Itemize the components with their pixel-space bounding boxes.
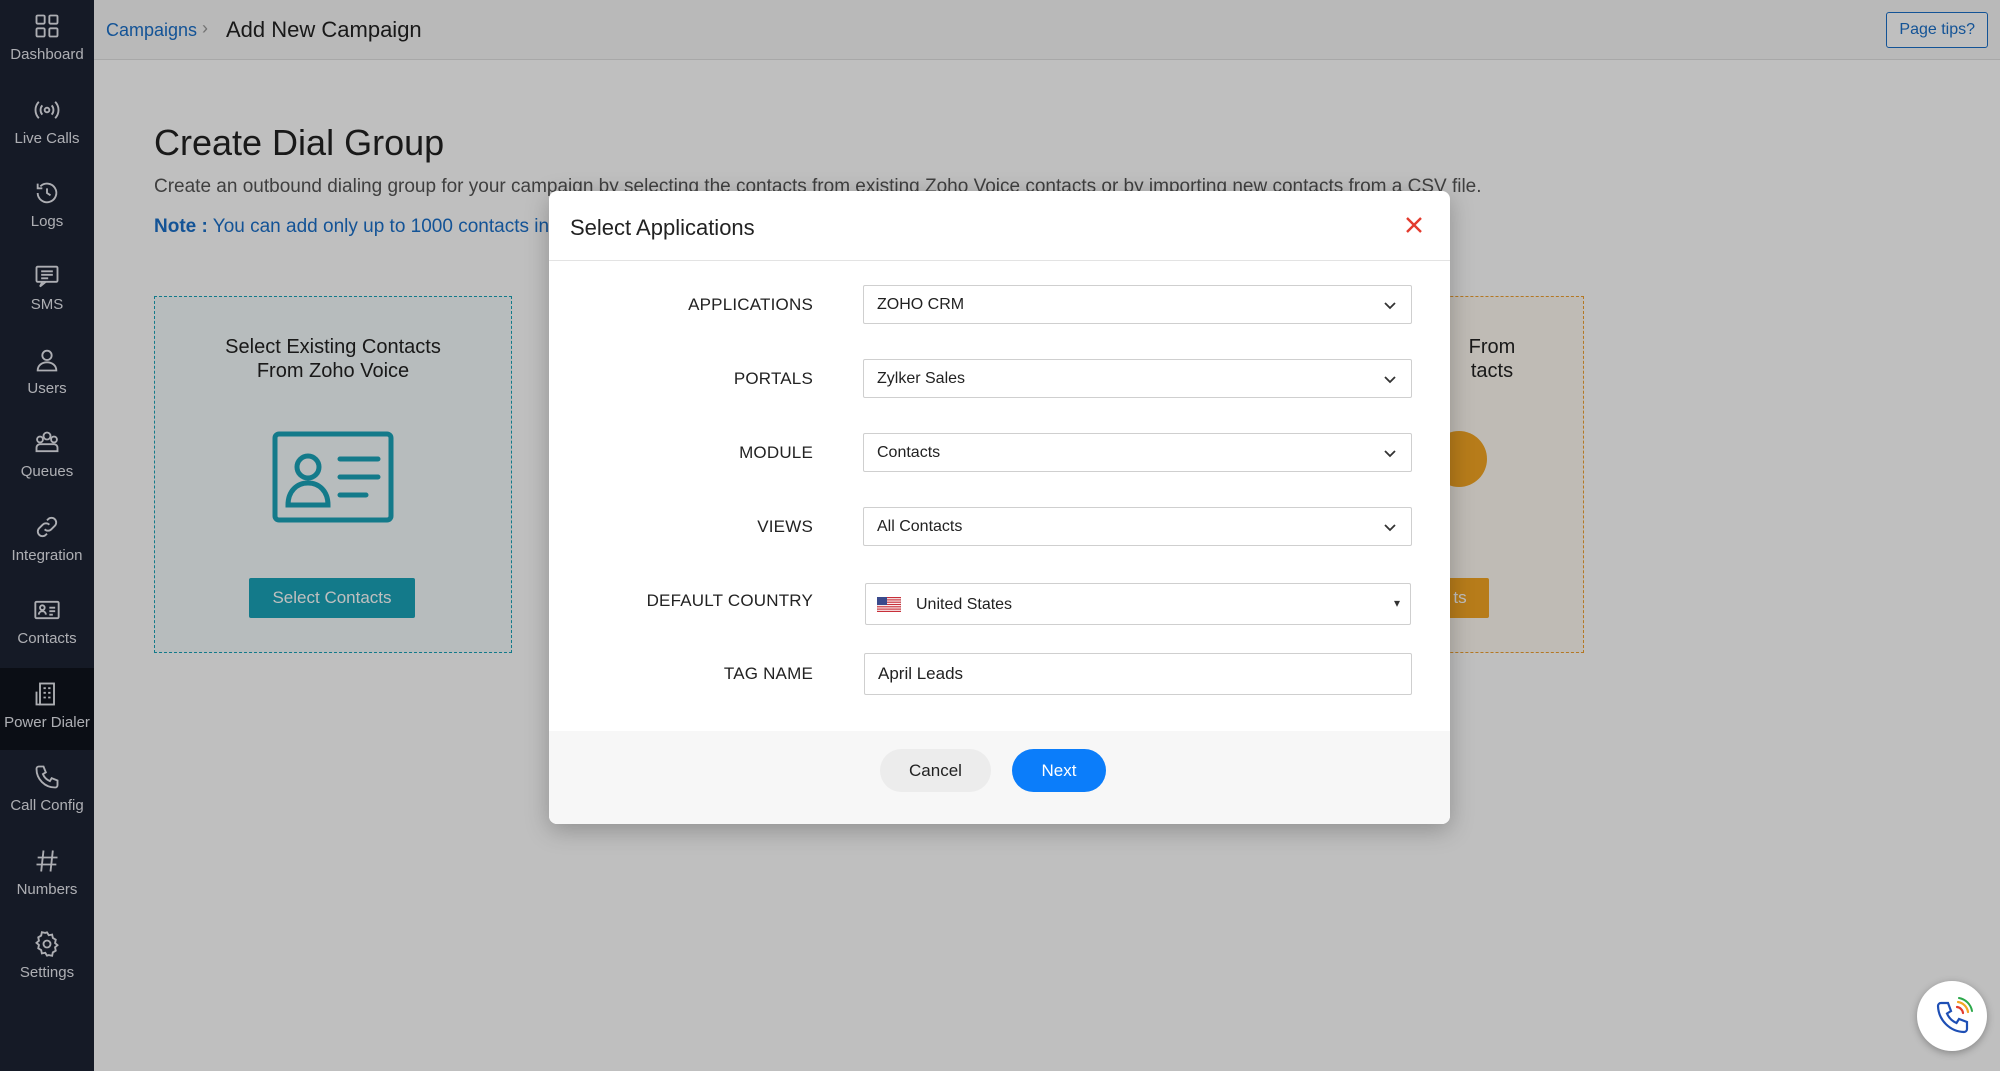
module-value: Contacts	[877, 444, 941, 461]
floating-dialer-button[interactable]	[1917, 981, 1987, 1051]
portals-value: Zylker Sales	[877, 370, 966, 387]
views-select[interactable]: All Contacts	[863, 507, 1412, 546]
chevron-down-icon	[1383, 520, 1397, 534]
module-row: MODULE Contacts	[549, 433, 1450, 473]
phone-ringing-icon	[1936, 997, 1973, 1034]
next-button[interactable]: Next	[1012, 749, 1106, 792]
views-value: All Contacts	[877, 518, 963, 535]
modal-header: Select Applications	[549, 191, 1450, 261]
default-country-label: DEFAULT COUNTRY	[646, 591, 813, 610]
default-country-select[interactable]: United States ▾	[865, 583, 1411, 625]
caret-down-icon: ▾	[1393, 596, 1400, 610]
chevron-down-icon	[1383, 298, 1397, 312]
applications-label: APPLICATIONS	[688, 295, 813, 314]
default-country-row: DEFAULT COUNTRY United States ▾	[549, 583, 1450, 625]
views-row: VIEWS All Contacts	[549, 507, 1450, 547]
tag-name-label: TAG NAME	[723, 664, 813, 683]
close-button[interactable]	[1402, 213, 1426, 237]
portals-label: PORTALS	[733, 369, 813, 388]
us-flag-icon	[877, 597, 901, 612]
chevron-down-icon	[1383, 446, 1397, 460]
applications-select[interactable]: ZOHO CRM	[863, 285, 1412, 324]
portals-select[interactable]: Zylker Sales	[863, 359, 1412, 398]
module-select[interactable]: Contacts	[863, 433, 1412, 472]
chevron-down-icon	[1383, 372, 1397, 386]
views-label: VIEWS	[757, 517, 813, 536]
close-icon	[1406, 217, 1422, 233]
portals-row: PORTALS Zylker Sales	[549, 359, 1450, 399]
tag-name-row: TAG NAME	[549, 653, 1450, 695]
cancel-button[interactable]: Cancel	[880, 749, 991, 792]
modal-title: Select Applications	[570, 215, 755, 240]
applications-value: ZOHO CRM	[877, 296, 965, 313]
tag-name-input[interactable]	[864, 653, 1412, 695]
applications-row: APPLICATIONS ZOHO CRM	[549, 285, 1450, 325]
modal-footer: Cancel Next	[549, 731, 1450, 824]
default-country-value: United States	[916, 596, 1013, 613]
module-label: MODULE	[739, 443, 813, 462]
select-applications-modal: Select Applications APPLICATIONS ZOHO CR…	[549, 191, 1450, 824]
